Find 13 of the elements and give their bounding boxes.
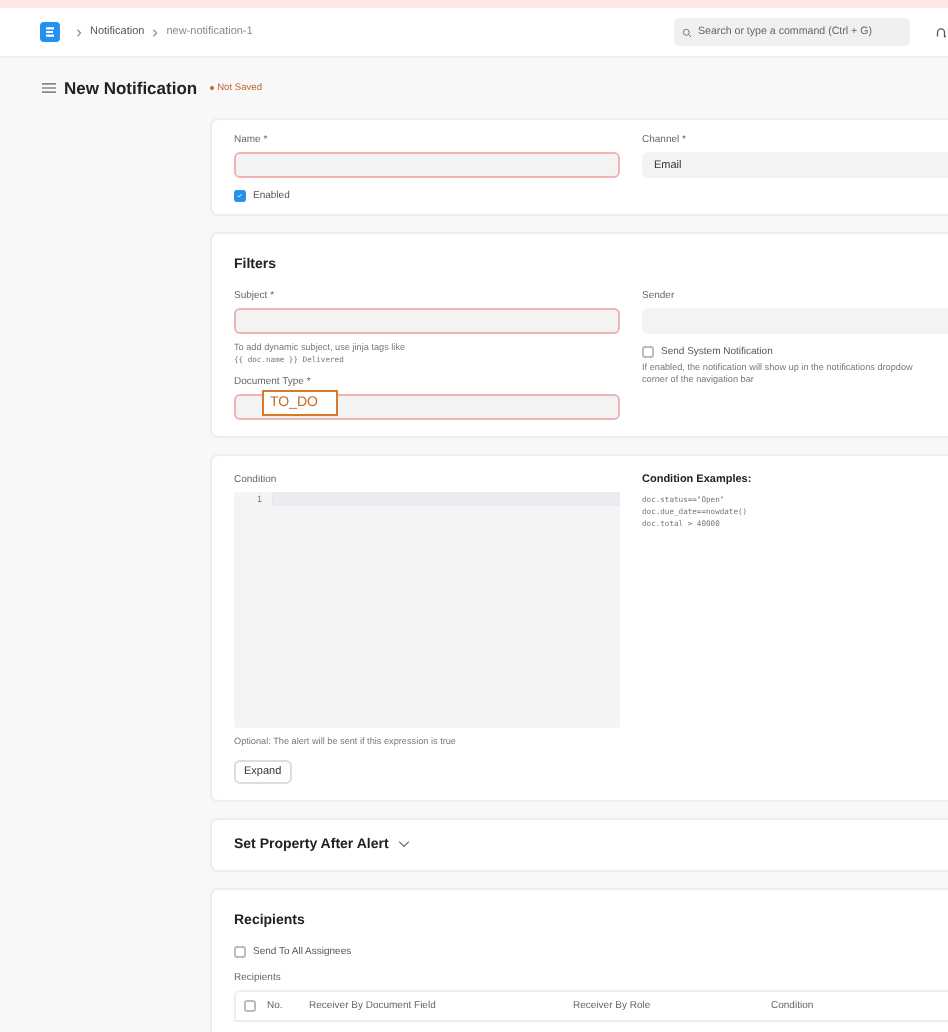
chevron-right-icon	[152, 27, 159, 37]
search-icon	[682, 27, 692, 37]
subject-field[interactable]	[234, 308, 620, 334]
menu-icon[interactable]	[42, 82, 56, 94]
checkbox[interactable]	[244, 1000, 255, 1012]
checkbox[interactable]	[234, 946, 245, 958]
chevron-right-icon	[76, 27, 82, 37]
name-field[interactable]	[234, 152, 620, 178]
page-title: New Notification	[64, 78, 198, 98]
bell-icon[interactable]	[934, 25, 948, 39]
app-logo-icon[interactable]	[40, 22, 60, 42]
checkbox[interactable]	[642, 346, 653, 358]
checkbox[interactable]	[234, 190, 245, 202]
